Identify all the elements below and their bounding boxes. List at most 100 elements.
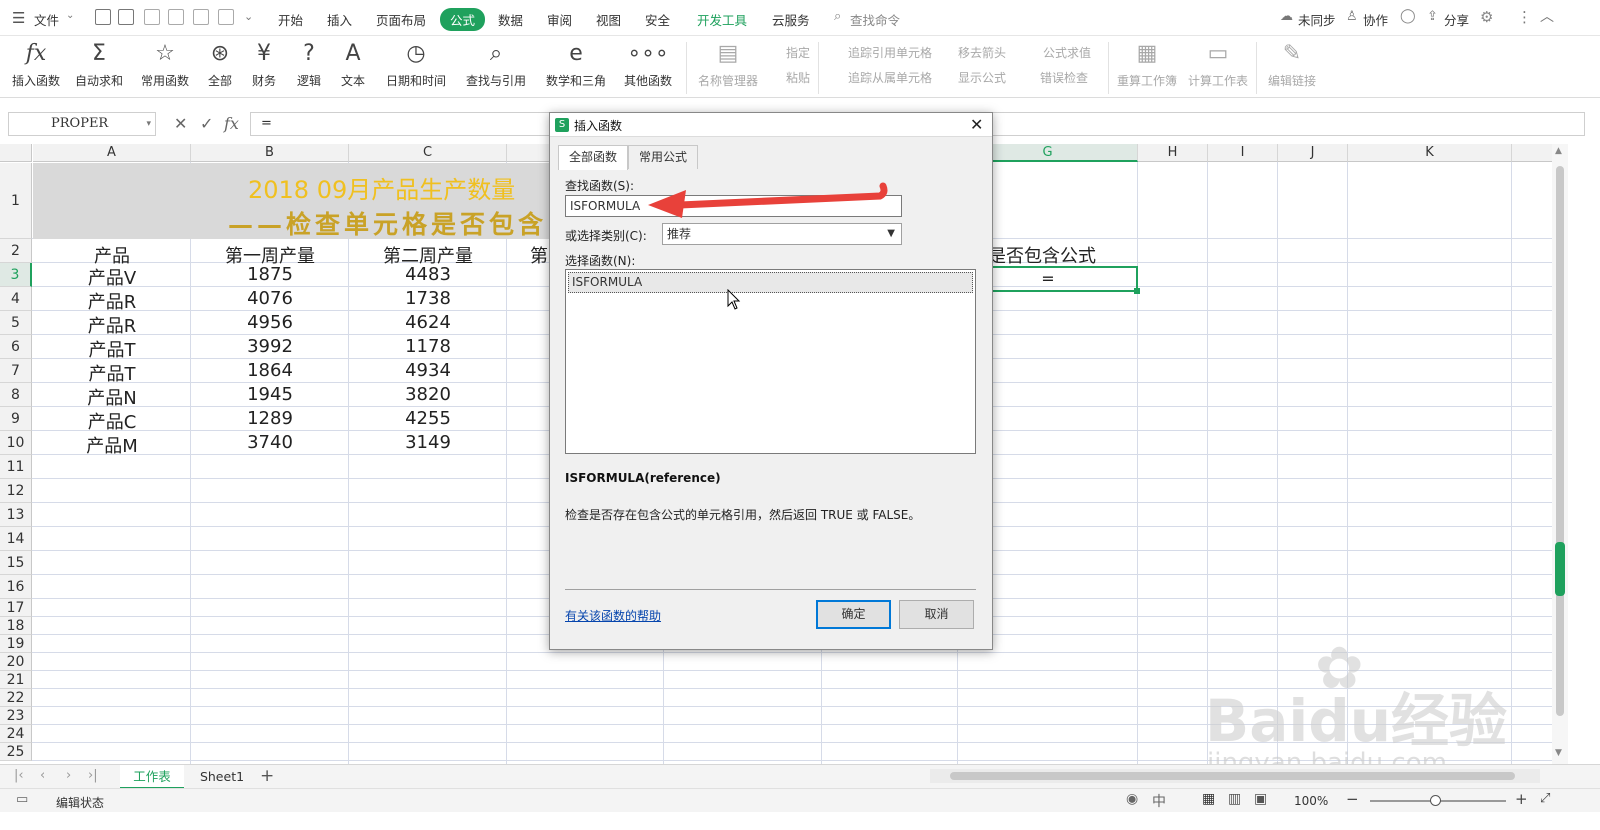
column-header-h[interactable]: H	[1138, 144, 1208, 162]
sync-status[interactable]: 未同步	[1298, 10, 1336, 29]
chevron-down-icon[interactable]: ▼	[887, 224, 895, 244]
normal-view-icon[interactable]: ▦	[1202, 791, 1215, 807]
more-chevron-icon[interactable]: ⌄	[244, 10, 253, 23]
comment-icon[interactable]: ◯	[1400, 8, 1416, 24]
row-header-25[interactable]: 25	[0, 743, 32, 761]
cell-w1[interactable]: 1945	[191, 384, 349, 405]
collapse-ribbon-icon[interactable]: ︿	[1540, 6, 1554, 26]
header-has-formula[interactable]: 是否包含公式	[988, 242, 1096, 268]
column-header-i[interactable]: I	[1208, 144, 1278, 162]
cell-w2[interactable]: 4483	[349, 264, 507, 285]
menu-security[interactable]: 安全	[645, 10, 670, 29]
function-help-link[interactable]: 有关该函数的帮助	[565, 607, 661, 624]
datetime-button[interactable]: ◷ 日期和时间	[381, 40, 451, 89]
lookup-button[interactable]: ⌕ 查找与引用	[460, 40, 532, 89]
cell-w1[interactable]: 1289	[191, 408, 349, 429]
row-header-16[interactable]: 16	[0, 575, 32, 599]
confirm-icon[interactable]: ✓	[200, 114, 213, 133]
insert-function-button[interactable]: fx 插入函数	[10, 40, 62, 89]
horizontal-scrollbar[interactable]	[930, 769, 1540, 783]
define-name-button[interactable]: 指定	[786, 44, 810, 61]
row-header-6[interactable]: 6	[0, 335, 32, 359]
zoom-slider[interactable]	[1370, 795, 1506, 806]
prev-sheet-icon[interactable]: ‹	[40, 768, 45, 783]
export-icon[interactable]	[144, 9, 160, 25]
last-sheet-icon[interactable]: ›|	[88, 768, 98, 783]
cancel-icon[interactable]: ✕	[174, 114, 187, 133]
autosum-button[interactable]: Σ 自动求和	[70, 40, 128, 89]
trace-precedents-button[interactable]: 追踪引用单元格	[848, 44, 932, 61]
trace-dependents-button[interactable]: 追踪从属单元格	[848, 69, 932, 86]
cell-w1[interactable]: 3992	[191, 336, 349, 357]
tab-all-functions[interactable]: 全部函数	[558, 145, 628, 170]
macro-icon[interactable]: ▭	[16, 792, 28, 807]
cell-w2[interactable]: 4255	[349, 408, 507, 429]
row-header-7[interactable]: 7	[0, 359, 32, 383]
row-header-2[interactable]: 2	[0, 239, 32, 263]
cell-product[interactable]: 产品N	[33, 384, 191, 410]
more-icon[interactable]: ⋮	[1517, 8, 1532, 26]
cell-w1[interactable]: 1864	[191, 360, 349, 381]
new-file-icon[interactable]	[95, 9, 111, 25]
name-box[interactable]: PROPER ▾	[8, 112, 156, 136]
menu-data[interactable]: 数据	[498, 10, 523, 29]
menu-icon[interactable]: ☰	[12, 9, 25, 27]
next-sheet-icon[interactable]: ›	[66, 768, 71, 783]
cell-product[interactable]: 产品R	[33, 312, 191, 338]
input-method-icon[interactable]: 中	[1152, 791, 1166, 811]
column-header-c[interactable]: C	[349, 144, 507, 162]
tab-common-formulas[interactable]: 常用公式	[628, 145, 698, 169]
cell-product[interactable]: 产品R	[33, 288, 191, 314]
scroll-down-icon[interactable]: ▼	[1555, 748, 1562, 758]
cell-w1[interactable]: 4076	[191, 288, 349, 309]
row-header-11[interactable]: 11	[0, 455, 32, 479]
ok-button[interactable]: 确定	[816, 600, 891, 629]
menu-developer[interactable]: 开发工具	[697, 10, 747, 29]
page-break-icon[interactable]: ▣	[1254, 791, 1267, 807]
name-manager-button[interactable]: ▤ 名称管理器	[695, 40, 761, 89]
row-header-12[interactable]: 12	[0, 479, 32, 503]
row-header-5[interactable]: 5	[0, 311, 32, 335]
tab-worksheet[interactable]: 工作表	[120, 765, 184, 789]
menu-cloud[interactable]: 云服务	[772, 10, 810, 29]
calc-sheet-button[interactable]: ▭ 计算工作表	[1186, 40, 1250, 89]
menu-page-layout[interactable]: 页面布局	[376, 10, 426, 29]
edit-links-button[interactable]: ✎ 编辑链接	[1264, 40, 1320, 89]
cell-product[interactable]: 产品T	[33, 360, 191, 386]
row-header-18[interactable]: 18	[0, 617, 32, 635]
row-header-4[interactable]: 4	[0, 287, 32, 311]
chevron-down-icon[interactable]: ⌄	[66, 10, 74, 21]
share-button[interactable]: 分享	[1444, 10, 1469, 29]
search-command[interactable]: 查找命令	[850, 10, 900, 29]
print-icon[interactable]	[193, 9, 209, 25]
column-header-j[interactable]: J	[1278, 144, 1348, 162]
row-header-8[interactable]: 8	[0, 383, 32, 407]
other-functions-button[interactable]: ∘∘∘ 其他函数	[619, 40, 677, 89]
menu-insert[interactable]: 插入	[327, 10, 352, 29]
row-header-10[interactable]: 10	[0, 431, 32, 455]
evaluate-formula-button[interactable]: 公式求值	[1043, 44, 1091, 61]
all-functions-button[interactable]: ⊛ 全部	[203, 40, 237, 89]
common-functions-button[interactable]: ☆ 常用函数	[136, 40, 194, 89]
cell-w1[interactable]: 1875	[191, 264, 349, 285]
close-icon[interactable]: ✕	[970, 115, 983, 134]
page-layout-icon[interactable]: ▥	[1228, 791, 1241, 807]
add-sheet-button[interactable]: +	[260, 766, 274, 786]
print-preview-icon[interactable]	[168, 9, 184, 25]
cell-w2[interactable]: 3820	[349, 384, 507, 405]
show-formulas-button[interactable]: 显示公式	[958, 69, 1006, 86]
error-check-button[interactable]: 错误检查	[1040, 69, 1088, 86]
vertical-scrollbar[interactable]: ▲ ▼	[1552, 144, 1568, 764]
text-button[interactable]: A 文本	[336, 40, 370, 89]
cell-w1[interactable]: 3740	[191, 432, 349, 453]
collab-button[interactable]: 协作	[1363, 10, 1388, 29]
first-sheet-icon[interactable]: |‹	[14, 768, 24, 783]
fx-icon[interactable]: fx	[224, 114, 239, 133]
math-button[interactable]: e 数学和三角	[540, 40, 612, 89]
zoom-out-icon[interactable]: −	[1346, 790, 1359, 808]
cell-w2[interactable]: 4624	[349, 312, 507, 333]
row-header-13[interactable]: 13	[0, 503, 32, 527]
fullscreen-icon[interactable]: ⤢	[1540, 791, 1550, 806]
menu-view[interactable]: 视图	[596, 10, 621, 29]
cell-w2[interactable]: 3149	[349, 432, 507, 453]
